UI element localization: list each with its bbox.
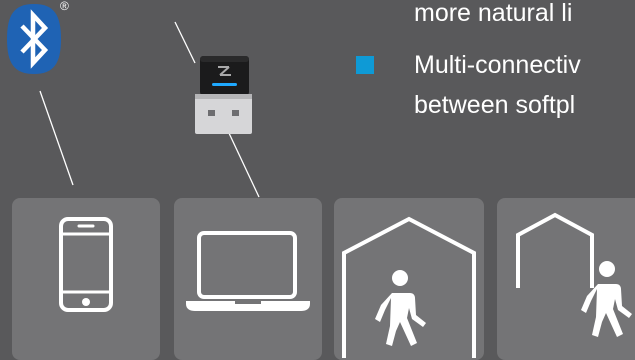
person-inside-building-icon [342, 216, 476, 358]
bluetooth-phone-connector-line [39, 90, 74, 186]
feature-bullet-line-2: between softpl [414, 91, 576, 119]
feature-bullet-line-1: Multi-connectiv [414, 51, 581, 79]
bluetooth-icon [7, 3, 61, 75]
registered-trademark-mark: ® [60, 0, 69, 13]
feature-text-continuation: more natural li [414, 0, 573, 27]
person-outside-building-tile [497, 198, 635, 360]
dongle-laptop-connector-line [227, 130, 260, 198]
feature-bullet-square [356, 56, 374, 74]
usb-dongle-image [191, 54, 257, 136]
laptop-tile [174, 198, 322, 360]
person-outside-building-icon [516, 212, 632, 337]
smartphone-icon [59, 217, 113, 312]
person-inside-building-tile [334, 198, 484, 360]
laptop-icon [186, 231, 310, 311]
smartphone-tile [12, 198, 160, 360]
